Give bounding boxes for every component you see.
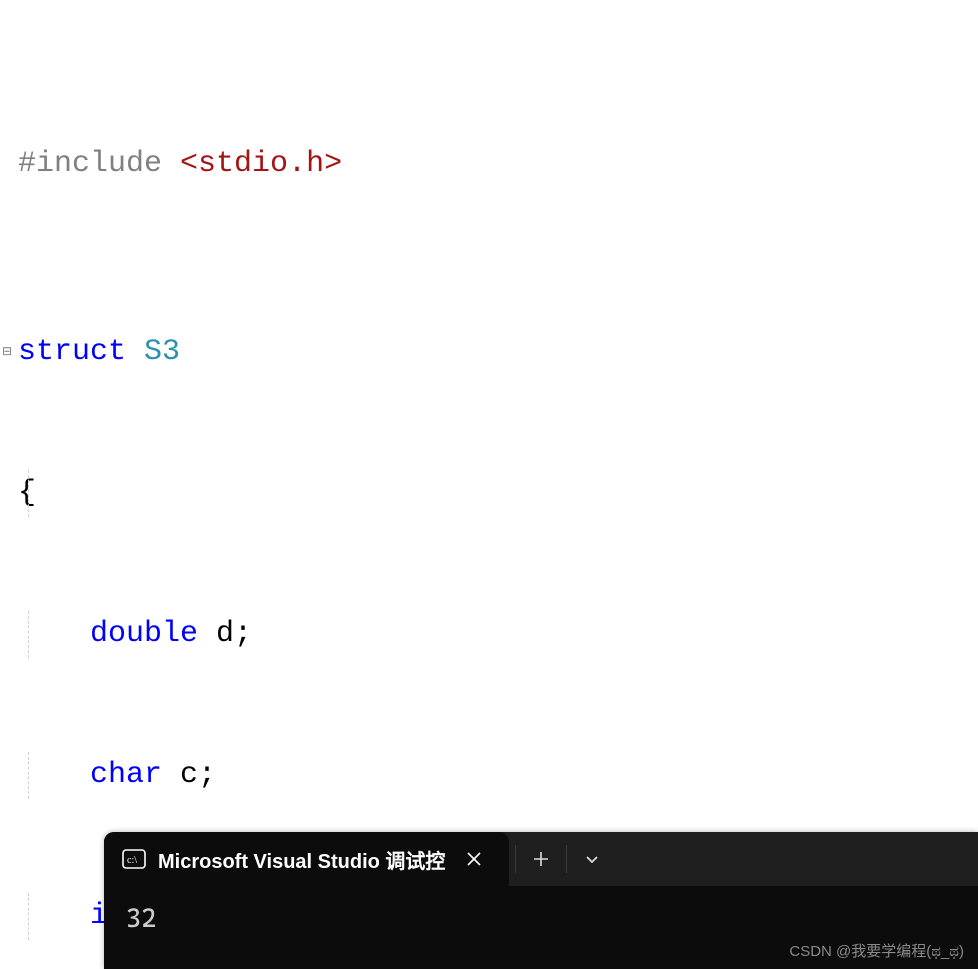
keyword-type: double (90, 617, 216, 651)
code-line[interactable]: char c; (0, 752, 978, 799)
console-tab[interactable]: c:\ Microsoft Visual Studio 调试控 (104, 832, 509, 886)
angle-close: > (324, 147, 342, 181)
console-output-line: 32 (126, 904, 156, 934)
fold-toggle-icon[interactable]: ⊟ (0, 346, 14, 360)
code-line[interactable]: { (0, 470, 978, 517)
new-tab-button[interactable] (516, 832, 566, 886)
console-tab-title: Microsoft Visual Studio 调试控 (158, 845, 445, 874)
code-editor[interactable]: #include <stdio.h> ⊟ struct S3 { double d… (0, 0, 978, 969)
type-name: S3 (144, 335, 180, 369)
svg-text:c:\: c:\ (127, 855, 137, 866)
titlebar-actions (509, 832, 617, 886)
indent-guide (28, 470, 29, 517)
indent-guide (28, 611, 29, 658)
code-line[interactable]: double d; (0, 611, 978, 658)
debug-console-window[interactable]: c:\ Microsoft Visual Studio 调试控 (104, 832, 978, 969)
terminal-icon: c:\ (122, 849, 146, 869)
keyword-struct: struct (18, 335, 144, 369)
keyword-type: char (90, 758, 180, 792)
identifier: c; (180, 758, 216, 792)
console-output-area[interactable]: 32 (104, 886, 978, 934)
preproc-directive: #include (18, 147, 180, 181)
code-line[interactable]: #include <stdio.h> (0, 141, 978, 188)
identifier: d; (216, 617, 252, 651)
indent-guide (28, 752, 29, 799)
header-name: stdio.h (198, 147, 324, 181)
code-line[interactable]: ⊟ struct S3 (0, 329, 978, 376)
dropdown-button[interactable] (567, 832, 617, 886)
watermark-text: CSDN @我要学编程(ಥ_ಥ) (789, 940, 964, 961)
console-titlebar[interactable]: c:\ Microsoft Visual Studio 调试控 (104, 832, 978, 886)
angle-open: < (180, 147, 198, 181)
close-tab-button[interactable] (457, 842, 491, 876)
indent-guide (28, 893, 29, 940)
brace-open: { (18, 476, 36, 510)
